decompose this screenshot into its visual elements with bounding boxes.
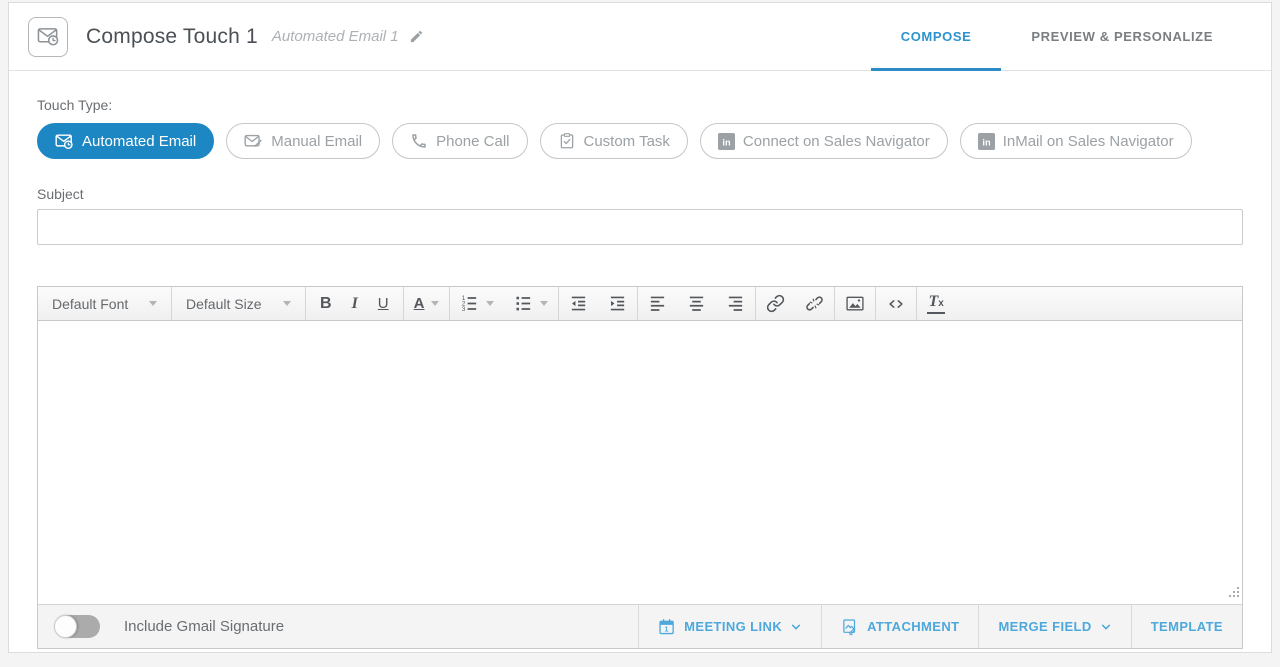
svg-text:in: in — [722, 137, 731, 147]
email-body-editor[interactable] — [38, 321, 1242, 604]
chevron-down-icon — [1100, 622, 1112, 632]
insert-link-button[interactable] — [756, 287, 795, 320]
touch-type-custom-task[interactable]: Custom Task — [540, 123, 688, 159]
remove-link-button[interactable] — [795, 287, 834, 320]
tab-bar: COMPOSE PREVIEW & PERSONALIZE — [871, 3, 1243, 70]
ordered-list-icon: 123 — [460, 294, 479, 313]
attachment-icon — [841, 618, 859, 636]
font-family-dropdown[interactable]: Default Font — [38, 287, 171, 320]
chevron-down-icon — [149, 301, 157, 306]
toggle-knob — [54, 615, 77, 638]
touch-type-manual-email[interactable]: Manual Email — [226, 123, 380, 159]
header: Compose Touch 1 Automated Email 1 COMPOS… — [9, 3, 1271, 71]
touch-type-options: Automated Email Manual Email Phone Call — [37, 123, 1243, 159]
touch-type-automated-email[interactable]: Automated Email — [37, 123, 214, 159]
chevron-down-icon — [540, 301, 548, 306]
gmail-signature-label: Include Gmail Signature — [124, 618, 284, 635]
meeting-link-icon: 1 — [658, 618, 676, 636]
chevron-down-icon — [283, 301, 291, 306]
svg-text:1: 1 — [665, 626, 669, 633]
touch-type-connect-sales-navigator[interactable]: in Connect on Sales Navigator — [700, 123, 948, 159]
chevron-down-icon — [486, 301, 494, 306]
subject-input[interactable] — [37, 209, 1243, 245]
clear-formatting-icon: Tx — [927, 293, 944, 314]
divider — [305, 287, 306, 320]
template-button[interactable]: TEMPLATE — [1131, 605, 1242, 648]
meeting-link-button[interactable]: 1 MEETING LINK — [638, 605, 821, 648]
link-icon — [766, 294, 785, 313]
merge-field-button[interactable]: MERGE FIELD — [978, 605, 1130, 648]
edit-pencil-icon[interactable] — [409, 29, 424, 44]
unordered-list-button[interactable] — [504, 287, 558, 320]
align-right-button[interactable] — [716, 287, 755, 320]
linkedin-icon: in — [718, 133, 735, 150]
attachment-button[interactable]: ATTACHMENT — [821, 605, 978, 648]
email-touch-icon — [28, 17, 68, 57]
resize-handle-icon[interactable] — [1228, 585, 1240, 602]
touch-name-label: Automated Email 1 — [272, 28, 399, 45]
custom-task-icon — [558, 132, 576, 150]
editor-toolbar: Default Font Default Size B I U A — [38, 287, 1242, 321]
compose-panel: Compose Touch 1 Automated Email 1 COMPOS… — [8, 2, 1272, 653]
footer-actions: 1 MEETING LINK ATTACHMENT — [638, 605, 1242, 648]
subject-label: Subject — [37, 186, 1243, 202]
font-size-dropdown[interactable]: Default Size — [172, 287, 305, 320]
manual-email-icon — [244, 132, 263, 151]
outdent-button[interactable] — [559, 287, 598, 320]
align-center-button[interactable] — [677, 287, 716, 320]
bold-button[interactable]: B — [310, 287, 342, 320]
clear-formatting-button[interactable]: Tx — [917, 287, 954, 320]
linkedin-icon: in — [978, 133, 995, 150]
indent-button[interactable] — [598, 287, 637, 320]
underline-button[interactable]: U — [368, 287, 399, 320]
tab-preview-personalize[interactable]: PREVIEW & PERSONALIZE — [1001, 3, 1243, 70]
gmail-signature-toggle[interactable] — [54, 615, 100, 638]
chevron-down-icon — [431, 301, 439, 306]
align-left-icon — [648, 294, 667, 313]
touch-type-inmail-sales-navigator[interactable]: in InMail on Sales Navigator — [960, 123, 1192, 159]
image-icon — [845, 294, 865, 314]
align-center-icon — [687, 294, 706, 313]
signature-control: Include Gmail Signature — [38, 605, 284, 648]
unordered-list-icon — [514, 294, 533, 313]
svg-text:3: 3 — [462, 306, 466, 313]
outdent-icon — [569, 294, 588, 313]
touch-type-phone-call[interactable]: Phone Call — [392, 123, 527, 159]
ordered-list-button[interactable]: 123 — [450, 287, 504, 320]
tab-compose[interactable]: COMPOSE — [871, 3, 1002, 70]
align-right-icon — [726, 294, 745, 313]
editor-footer: Include Gmail Signature 1 MEETING LINK — [38, 604, 1242, 648]
compose-form: Touch Type: Automated Email Manual Email — [9, 97, 1271, 649]
italic-button[interactable]: I — [342, 287, 368, 320]
align-left-button[interactable] — [638, 287, 677, 320]
phone-icon — [410, 132, 428, 150]
svg-text:in: in — [982, 137, 991, 147]
email-editor: Default Font Default Size B I U A — [37, 286, 1243, 649]
unlink-icon — [805, 294, 824, 313]
insert-image-button[interactable] — [835, 287, 875, 320]
font-color-button[interactable]: A — [404, 287, 450, 320]
indent-icon — [608, 294, 627, 313]
chevron-down-icon — [790, 622, 802, 632]
automated-email-icon — [55, 132, 74, 151]
touch-type-label: Touch Type: — [37, 97, 1243, 113]
code-view-button[interactable] — [876, 287, 916, 320]
code-icon — [886, 295, 906, 313]
page-title: Compose Touch 1 — [86, 25, 258, 49]
